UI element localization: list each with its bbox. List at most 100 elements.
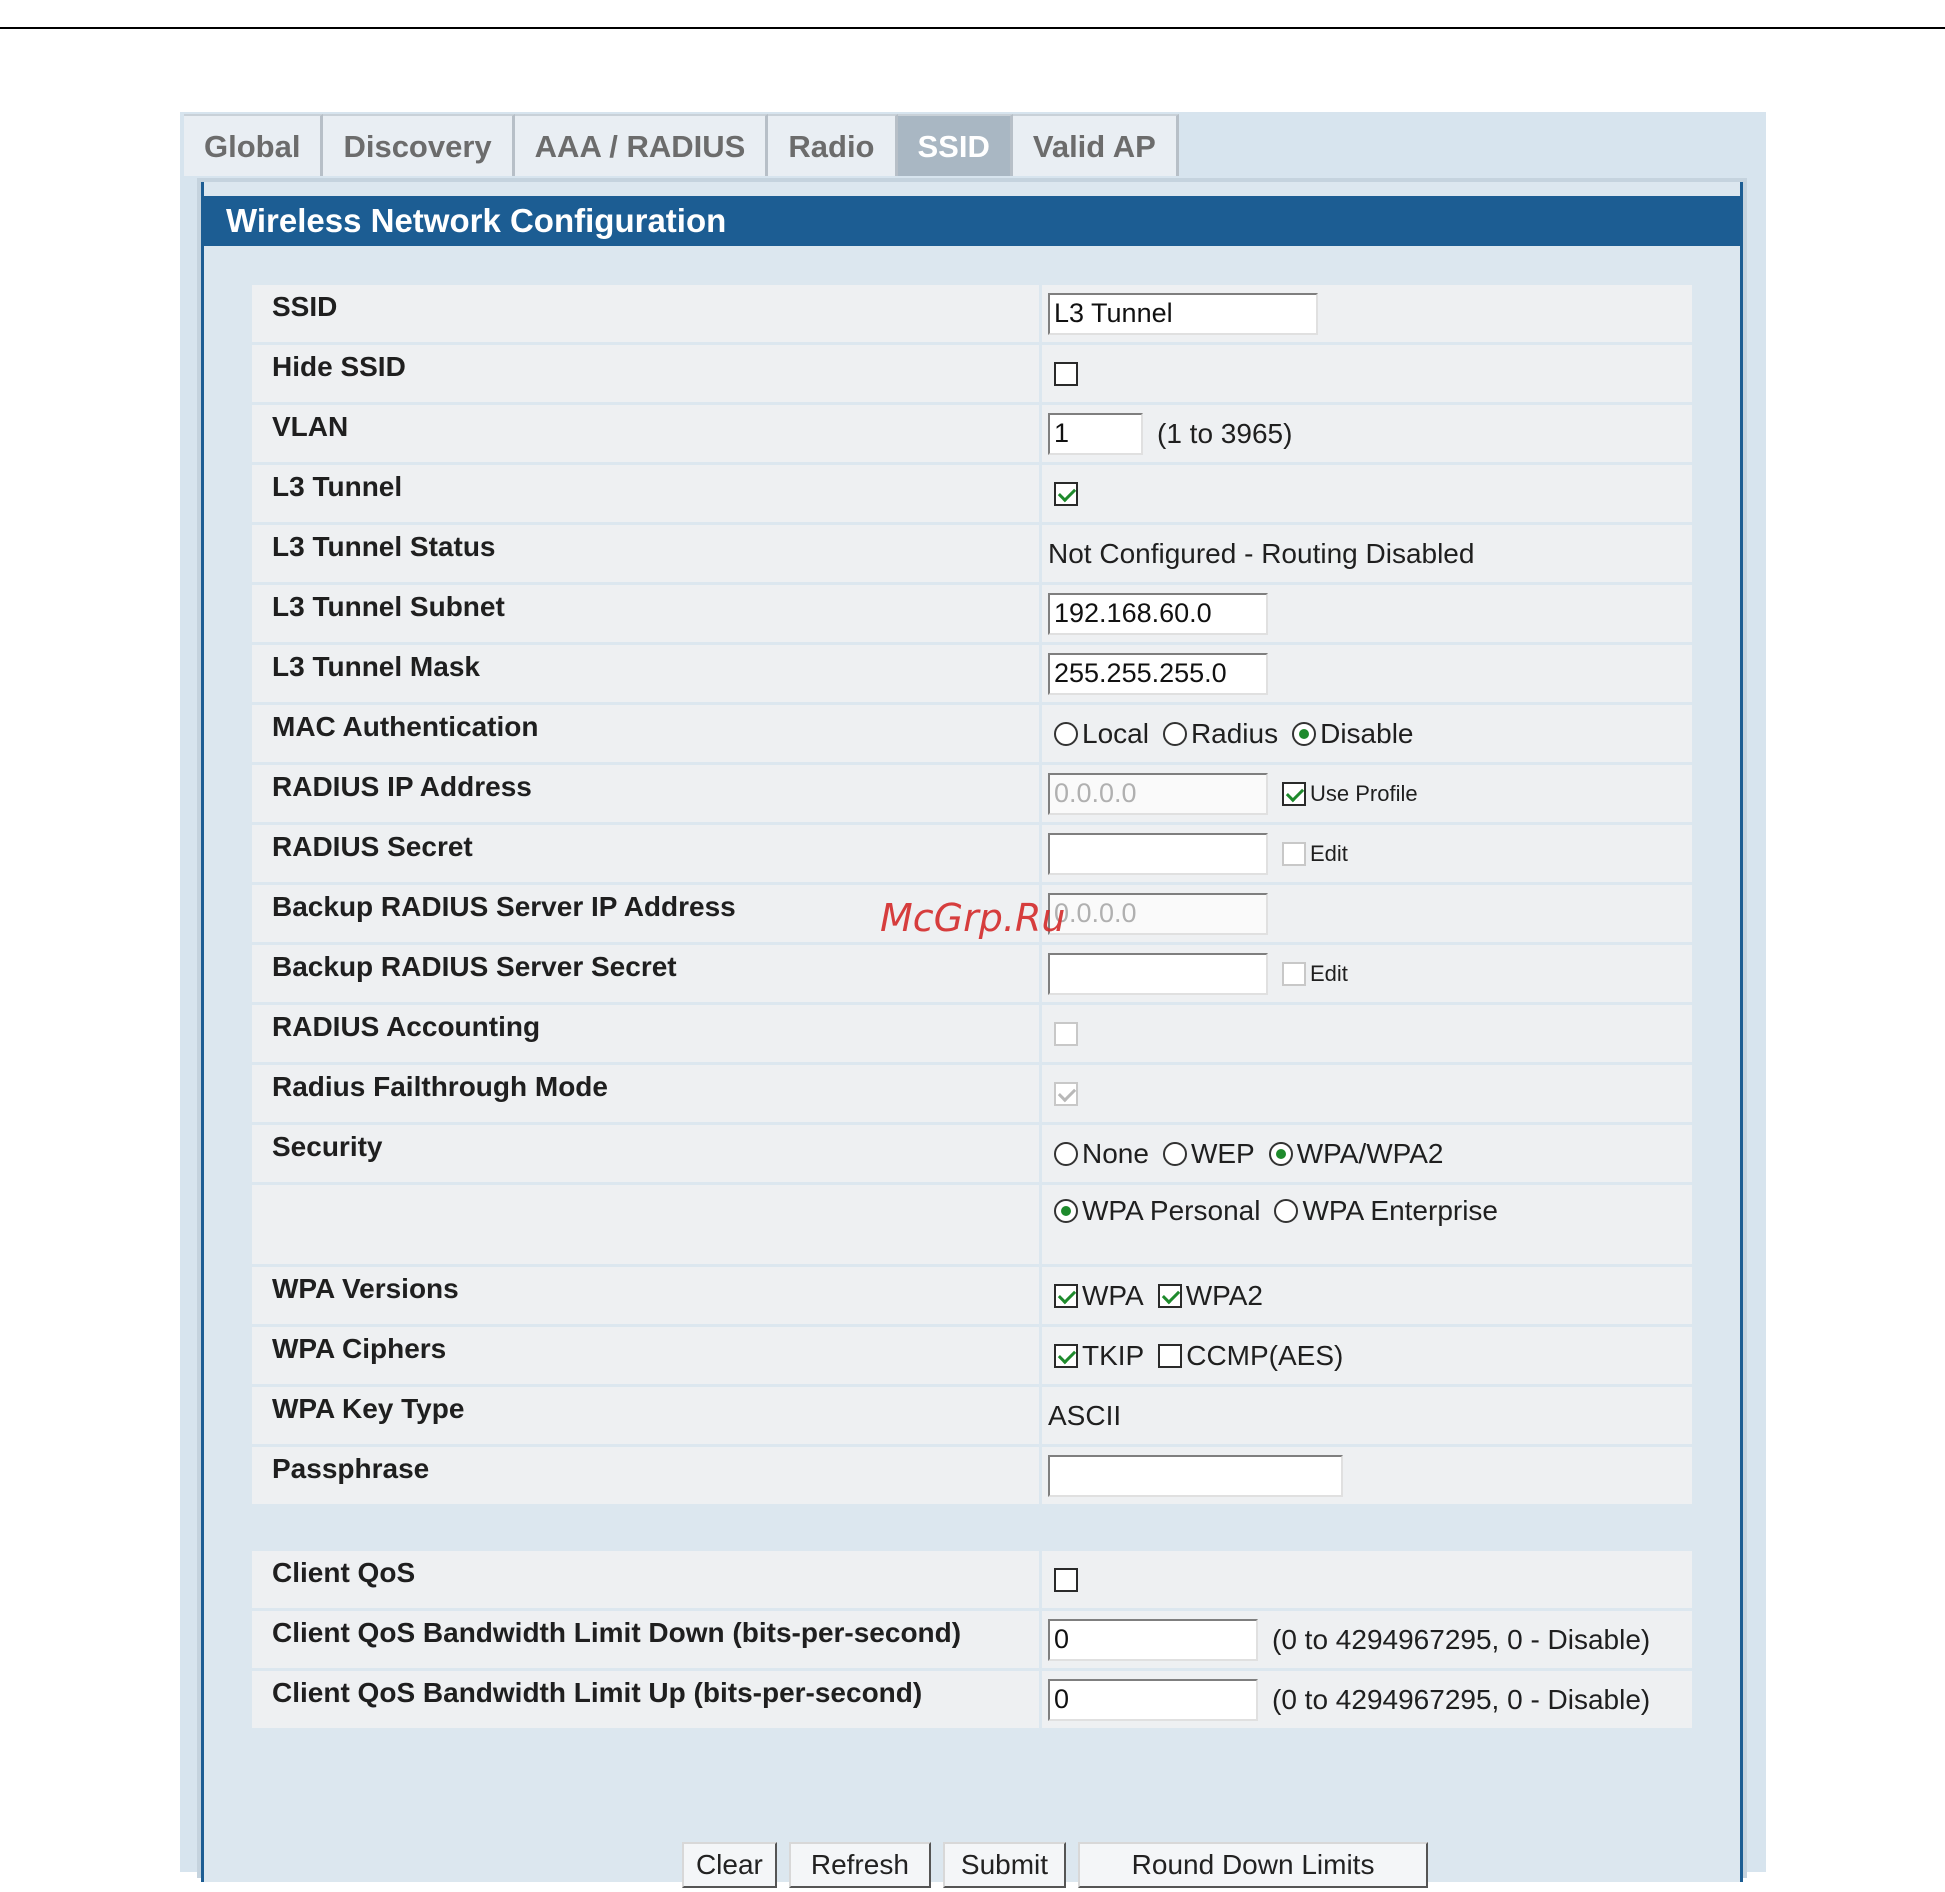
qos-up-input[interactable] bbox=[1048, 1678, 1258, 1721]
row-l3-tunnel-status: L3 Tunnel Status Not Configured - Routin… bbox=[252, 525, 1692, 585]
submit-button[interactable]: Submit bbox=[942, 1842, 1067, 1888]
tab-valid-ap[interactable]: Valid AP bbox=[1012, 114, 1179, 176]
radius-ip-input[interactable] bbox=[1048, 772, 1268, 815]
backup-radius-secret-edit-label: Edit bbox=[1310, 960, 1348, 986]
wpa-enterprise-label: WPA Enterprise bbox=[1302, 1195, 1499, 1226]
l3-tunnel-mask-label: L3 Tunnel Mask bbox=[252, 645, 1042, 702]
row-ssid: SSID bbox=[252, 285, 1692, 345]
radius-secret-edit-label: Edit bbox=[1310, 840, 1348, 866]
passphrase-input[interactable] bbox=[1048, 1454, 1343, 1497]
wpa-personal-radio[interactable] bbox=[1054, 1199, 1078, 1223]
row-l3-tunnel-subnet: L3 Tunnel Subnet bbox=[252, 585, 1692, 645]
row-radius-accounting: RADIUS Accounting bbox=[252, 1005, 1692, 1065]
tab-aaa-radius[interactable]: AAA / RADIUS bbox=[514, 114, 769, 176]
row-vlan: VLAN (1 to 3965) bbox=[252, 405, 1692, 465]
radius-secret-edit-checkbox[interactable] bbox=[1282, 841, 1306, 866]
mac-auth-disable-label: Disable bbox=[1320, 717, 1414, 749]
row-wpa-key-type: WPA Key Type ASCII bbox=[252, 1387, 1692, 1447]
mac-auth-radius-radio[interactable] bbox=[1162, 721, 1187, 746]
config-frame: Global Discovery AAA / RADIUS Radio SSID… bbox=[180, 112, 1766, 1888]
security-wpa-radio[interactable] bbox=[1268, 1141, 1293, 1166]
qos-down-hint: (0 to 4294967295, 0 - Disable) bbox=[1272, 1623, 1651, 1655]
mac-auth-local-label: Local bbox=[1082, 717, 1149, 749]
l3-tunnel-subnet-input[interactable] bbox=[1048, 592, 1268, 635]
wpa-mode-label bbox=[252, 1185, 1042, 1264]
passphrase-label: Passphrase bbox=[252, 1447, 1042, 1504]
l3-tunnel-status-value: Not Configured - Routing Disabled bbox=[1048, 537, 1475, 569]
mac-auth-local-radio[interactable] bbox=[1054, 721, 1078, 746]
qos-up-hint: (0 to 4294967295, 0 - Disable) bbox=[1272, 1683, 1651, 1715]
client-qos-checkbox[interactable] bbox=[1054, 1567, 1078, 1592]
cipher-ccmp-checkbox[interactable] bbox=[1158, 1343, 1183, 1368]
row-qos-up: Client QoS Bandwidth Limit Up (bits-per-… bbox=[252, 1671, 1692, 1731]
vlan-range-hint: (1 to 3965) bbox=[1157, 417, 1293, 449]
wpa-personal-label: WPA Personal bbox=[1082, 1195, 1261, 1226]
radius-fallthrough-checkbox[interactable] bbox=[1054, 1081, 1078, 1106]
cipher-tkip-checkbox[interactable] bbox=[1054, 1343, 1078, 1368]
hide-ssid-checkbox[interactable] bbox=[1054, 361, 1078, 386]
l3-tunnel-mask-input[interactable] bbox=[1048, 652, 1268, 695]
vlan-input[interactable] bbox=[1048, 412, 1143, 455]
wpa-version-wpa-label: WPA bbox=[1082, 1279, 1144, 1311]
l3-tunnel-status-label: L3 Tunnel Status bbox=[252, 525, 1042, 582]
ssid-form: SSID Hide SSID VLAN (1 to 3965) L3 Tunne… bbox=[252, 285, 1692, 1731]
row-hide-ssid: Hide SSID bbox=[252, 345, 1692, 405]
row-wpa-versions: WPA Versions WPA WPA2 bbox=[252, 1267, 1692, 1327]
wpa-version-wpa-checkbox[interactable] bbox=[1054, 1283, 1078, 1308]
tab-discovery[interactable]: Discovery bbox=[323, 114, 515, 176]
backup-radius-secret-edit-checkbox[interactable] bbox=[1282, 961, 1306, 986]
security-wep-radio[interactable] bbox=[1162, 1141, 1187, 1166]
row-wpa-ciphers: WPA Ciphers TKIP CCMP(AES) bbox=[252, 1327, 1692, 1387]
tab-bar: Global Discovery AAA / RADIUS Radio SSID… bbox=[184, 114, 1179, 178]
button-bar: Clear Refresh Submit Round Down Limits bbox=[204, 1842, 1746, 1892]
top-rule bbox=[0, 27, 1945, 29]
refresh-button[interactable]: Refresh bbox=[788, 1842, 931, 1888]
l3-tunnel-subnet-label: L3 Tunnel Subnet bbox=[252, 585, 1042, 642]
client-qos-label: Client QoS bbox=[252, 1551, 1042, 1608]
radius-secret-label: RADIUS Secret bbox=[252, 825, 1042, 882]
watermark: McGrp.Ru bbox=[880, 896, 1066, 940]
mac-auth-radius-label: Radius bbox=[1190, 717, 1279, 749]
use-profile-label: Use Profile bbox=[1310, 780, 1418, 806]
backup-radius-secret-input[interactable] bbox=[1048, 952, 1268, 995]
qos-down-label: Client QoS Bandwidth Limit Down (bits-pe… bbox=[252, 1611, 1042, 1668]
radius-secret-input[interactable] bbox=[1048, 832, 1268, 875]
row-mac-auth: MAC Authentication Local Radius Disable bbox=[252, 705, 1692, 765]
row-l3-tunnel: L3 Tunnel bbox=[252, 465, 1692, 525]
use-profile-checkbox[interactable] bbox=[1282, 781, 1306, 806]
qos-down-input[interactable] bbox=[1048, 1618, 1258, 1661]
tab-global[interactable]: Global bbox=[184, 114, 324, 176]
clear-button[interactable]: Clear bbox=[681, 1842, 777, 1888]
mac-auth-disable-radio[interactable] bbox=[1292, 721, 1317, 746]
wpa-key-type-value: ASCII bbox=[1048, 1399, 1122, 1431]
row-radius-fallthrough: Radius Failthrough Mode bbox=[252, 1065, 1692, 1125]
hide-ssid-label: Hide SSID bbox=[252, 345, 1042, 402]
wpa-version-wpa2-checkbox[interactable] bbox=[1157, 1283, 1182, 1308]
row-radius-ip: RADIUS IP Address Use Profile bbox=[252, 765, 1692, 825]
panel-body: Wireless Network Configuration SSID Hide… bbox=[201, 182, 1743, 1888]
radius-accounting-checkbox[interactable] bbox=[1054, 1021, 1078, 1046]
radius-ip-label: RADIUS IP Address bbox=[252, 765, 1042, 822]
mac-auth-label: MAC Authentication bbox=[252, 705, 1042, 762]
security-none-label: None bbox=[1082, 1137, 1149, 1169]
security-none-radio[interactable] bbox=[1054, 1141, 1078, 1166]
row-qos-down: Client QoS Bandwidth Limit Down (bits-pe… bbox=[252, 1611, 1692, 1671]
wpa-enterprise-radio[interactable] bbox=[1274, 1199, 1299, 1223]
ssid-input[interactable] bbox=[1048, 292, 1318, 335]
row-client-qos: Client QoS bbox=[252, 1551, 1692, 1611]
l3-tunnel-label: L3 Tunnel bbox=[252, 465, 1042, 522]
backup-radius-secret-label: Backup RADIUS Server Secret bbox=[252, 945, 1042, 1002]
l3-tunnel-checkbox[interactable] bbox=[1054, 481, 1078, 506]
tab-ssid[interactable]: SSID bbox=[897, 114, 1013, 176]
round-down-limits-button[interactable]: Round Down Limits bbox=[1078, 1842, 1429, 1888]
security-wep-label: WEP bbox=[1190, 1137, 1255, 1169]
radius-accounting-label: RADIUS Accounting bbox=[252, 1005, 1042, 1062]
tab-radio[interactable]: Radio bbox=[768, 114, 898, 176]
wpa-ciphers-label: WPA Ciphers bbox=[252, 1327, 1042, 1384]
backup-radius-ip-input[interactable] bbox=[1048, 892, 1268, 935]
row-l3-tunnel-mask: L3 Tunnel Mask bbox=[252, 645, 1692, 705]
row-radius-secret: RADIUS Secret Edit bbox=[252, 825, 1692, 885]
row-backup-radius-secret: Backup RADIUS Server Secret Edit bbox=[252, 945, 1692, 1005]
vlan-label: VLAN bbox=[252, 405, 1042, 462]
